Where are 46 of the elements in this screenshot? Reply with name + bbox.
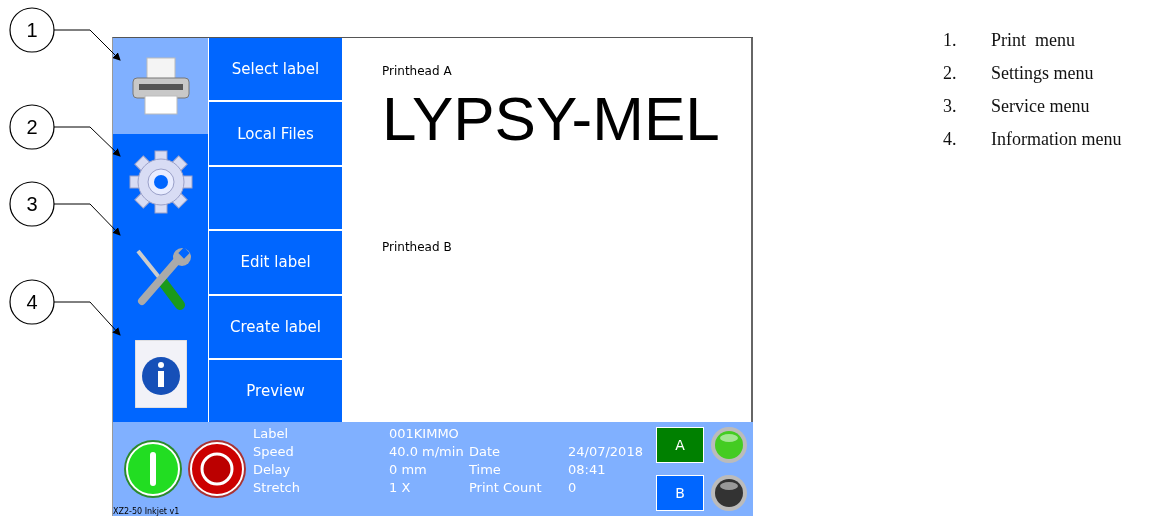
stop-button[interactable] bbox=[187, 439, 247, 500]
callout-marker: 4 bbox=[9, 279, 55, 325]
status-value: 001KIMMO bbox=[389, 426, 460, 442]
gear-icon bbox=[127, 149, 194, 216]
callout-marker: 3 bbox=[9, 181, 55, 227]
submenu-button[interactable]: Preview bbox=[209, 359, 342, 423]
legend-text: Information menu bbox=[991, 129, 1122, 150]
status-value: 24/07/2018 bbox=[568, 444, 644, 460]
submenu-button[interactable]: Local Files bbox=[209, 102, 342, 165]
status-label: Label bbox=[253, 426, 290, 442]
status-value: 0 mm bbox=[389, 462, 428, 478]
printhead-title: Printhead A bbox=[382, 64, 453, 78]
status-label: Date bbox=[469, 444, 502, 460]
label-preview-text: LYPSY-MEL bbox=[382, 88, 721, 150]
status-value: 0 bbox=[568, 480, 578, 496]
status-value: 1 X bbox=[389, 480, 412, 496]
submenu-button[interactable]: Edit label bbox=[209, 231, 342, 294]
menu-tab[interactable] bbox=[113, 38, 208, 135]
printhead-button[interactable]: B bbox=[656, 475, 704, 512]
status-value: 40.0 m/min bbox=[389, 444, 465, 460]
printhead-button[interactable]: A bbox=[656, 427, 704, 464]
callout-marker: 2 bbox=[9, 104, 55, 150]
status-label: Time bbox=[469, 462, 502, 478]
legend-text: Print menu bbox=[991, 30, 1075, 51]
leader-line bbox=[53, 301, 121, 336]
legend-number: 1. bbox=[943, 30, 958, 51]
leader-line bbox=[53, 126, 121, 157]
legend-number: 4. bbox=[943, 129, 958, 150]
status-label: Stretch bbox=[253, 480, 301, 496]
legend-text: Service menu bbox=[991, 96, 1090, 117]
leader-line bbox=[53, 203, 121, 236]
status-label: Print Count bbox=[469, 480, 543, 496]
callout-marker: 1 bbox=[9, 7, 55, 53]
submenu-button[interactable]: Select label bbox=[209, 38, 342, 101]
legend-number: 3. bbox=[943, 96, 958, 117]
status-label: Delay bbox=[253, 462, 292, 478]
version-text: XZ2-50 Inkjet v1 bbox=[113, 507, 180, 516]
start-button[interactable] bbox=[123, 439, 183, 500]
info-icon bbox=[134, 340, 187, 409]
leader-line bbox=[53, 29, 121, 61]
status-value: 08:41 bbox=[568, 462, 607, 478]
legend-number: 2. bbox=[943, 63, 958, 84]
printhead-title: Printhead B bbox=[382, 240, 453, 254]
legend-text: Settings menu bbox=[991, 63, 1094, 84]
status-label: Speed bbox=[253, 444, 295, 460]
submenu-button[interactable]: Create label bbox=[209, 295, 342, 358]
